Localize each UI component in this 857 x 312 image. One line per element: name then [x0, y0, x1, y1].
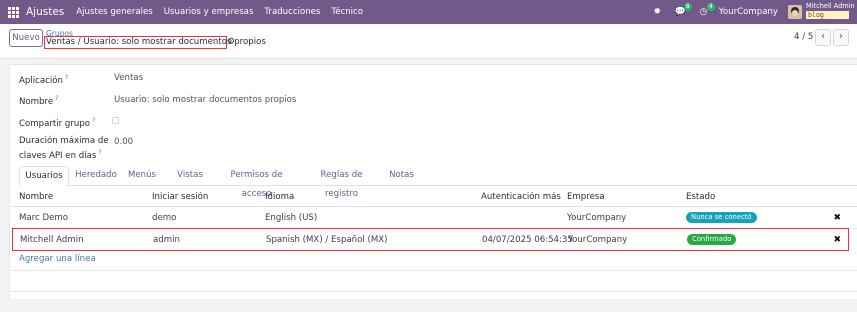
header-name[interactable]: Nombre: [19, 192, 53, 202]
cell-login: demo: [152, 213, 177, 223]
help-icon[interactable]: ?: [92, 117, 95, 124]
navbar-systray: ✹ 💬 8 ◷ 4 YourCompany Mitchell Admin blog: [650, 0, 857, 24]
app-brand[interactable]: Ajustes: [26, 6, 64, 18]
cell-name: Mitchell Admin: [20, 235, 84, 245]
header-last-auth[interactable]: Autenticación más re...: [481, 192, 564, 202]
header-language[interactable]: Idioma: [265, 192, 294, 202]
tab-inherited[interactable]: Heredado: [71, 166, 121, 186]
cell-login: admin: [153, 235, 180, 245]
control-panel: Nuevo Grupos Ventas / Usuario: solo most…: [0, 24, 857, 59]
pager-next-button[interactable]: ›: [833, 29, 849, 46]
tab-access-rights[interactable]: Permisos de acceso: [218, 166, 295, 199]
status-badge: Nunca se conectó: [686, 212, 757, 223]
user-avatar[interactable]: [788, 5, 802, 19]
add-line-link[interactable]: Agregar una línea: [19, 254, 96, 264]
database-tag: blog: [806, 11, 849, 20]
empty-row: [10, 270, 857, 291]
apps-menu-icon[interactable]: [8, 6, 19, 18]
company-switcher[interactable]: YourCompany: [719, 7, 778, 17]
share-group-label: Compartir grupo?: [19, 117, 96, 129]
gear-icon[interactable]: ⚙: [227, 37, 235, 47]
name-label: Nombre?: [19, 95, 59, 107]
menu-users-companies[interactable]: Usuarios y empresas: [164, 7, 254, 17]
application-value[interactable]: Ventas: [114, 73, 143, 83]
tab-menus[interactable]: Menús: [127, 166, 157, 186]
delete-row-icon[interactable]: ✖: [833, 213, 841, 223]
status-badge: Confirmado: [687, 234, 737, 245]
menu-technical[interactable]: Técnico: [331, 7, 363, 17]
tab-views[interactable]: Vistas: [176, 166, 204, 186]
activities-badge: 4: [706, 2, 715, 11]
share-group-checkbox[interactable]: [112, 117, 119, 124]
help-icon[interactable]: ?: [65, 74, 68, 81]
menu-translations[interactable]: Traducciones: [264, 7, 320, 17]
api-duration-value[interactable]: 0.00: [114, 137, 133, 147]
header-status[interactable]: Estado: [686, 192, 715, 202]
pager-value[interactable]: 4 / 5: [794, 32, 813, 42]
cell-language: Spanish (MX) / Español (MX): [266, 235, 388, 245]
user-menu[interactable]: Mitchell Admin blog: [806, 1, 855, 22]
api-duration-label: Duración máxima de claves API en días?: [19, 136, 109, 161]
header-company[interactable]: Empresa: [567, 192, 605, 202]
delete-row-icon[interactable]: ✖: [833, 235, 841, 245]
help-icon[interactable]: ?: [55, 95, 58, 102]
application-label: Aplicación?: [19, 74, 69, 86]
tab-record-rules[interactable]: Reglas de registro: [308, 166, 375, 199]
pager-previous-button[interactable]: ‹: [815, 29, 831, 46]
cell-company: YourCompany: [567, 213, 627, 223]
top-navbar: Ajustes Ajustes generales Usuarios y emp…: [0, 0, 857, 24]
header-login[interactable]: Iniciar sesión: [152, 192, 208, 202]
cell-last-auth: 04/07/2025 06:54:35: [482, 235, 573, 245]
table-row[interactable]: Mitchell Admin admin Spanish (MX) / Espa…: [12, 228, 849, 251]
empty-row: [10, 291, 857, 312]
form-sheet: Aplicación? Ventas Nombre? Usuario: solo…: [9, 64, 857, 299]
cell-status: Nunca se conectó: [686, 212, 757, 223]
tab-notes[interactable]: Notas: [388, 166, 415, 186]
menu-general-settings[interactable]: Ajustes generales: [76, 7, 152, 17]
cell-name: Marc Demo: [19, 213, 69, 223]
breadcrumb-current: Ventas / Usuario: solo mostrar documento…: [44, 36, 266, 49]
user-name: Mitchell Admin: [806, 1, 855, 10]
messages-badge: 8: [683, 2, 692, 11]
table-header: Nombre Iniciar sesión Idioma Autenticaci…: [10, 186, 857, 207]
messages-icon[interactable]: 💬 8: [673, 2, 692, 20]
name-value[interactable]: Usuario: solo mostrar documentos propios: [114, 95, 296, 105]
new-button[interactable]: Nuevo: [9, 29, 43, 47]
tab-users[interactable]: Usuarios: [19, 166, 69, 187]
cell-status: Confirmado: [687, 234, 737, 245]
help-icon[interactable]: ?: [98, 149, 101, 156]
cell-company: YourCompany: [568, 235, 628, 245]
table-row[interactable]: Marc Demo demo English (US) YourCompany …: [10, 207, 857, 229]
debug-bug-icon[interactable]: ✹: [650, 5, 665, 20]
cell-language: English (US): [265, 213, 318, 223]
activities-clock-icon[interactable]: ◷ 4: [696, 2, 715, 20]
notebook-tabs: Usuarios Heredado Menús Vistas Permisos …: [19, 166, 857, 199]
